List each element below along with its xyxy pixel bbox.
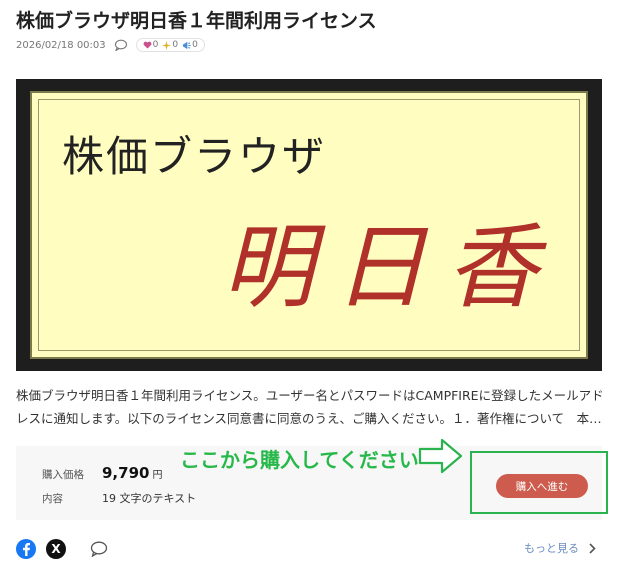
banner-panel: 株価ブラウザ 明日香	[30, 91, 588, 359]
arrow-right-icon	[418, 438, 463, 474]
megaphone-icon	[183, 41, 191, 49]
timestamp: 2026/02/18 00:03	[16, 39, 106, 51]
banner-title: 株価ブラウザ	[62, 132, 327, 181]
heart-count: 0	[152, 40, 159, 50]
megaphone-reaction[interactable]: 0	[182, 40, 198, 50]
x-share-icon[interactable]: X	[46, 539, 66, 559]
sparkle-count: 0	[172, 40, 179, 50]
heart-icon	[143, 41, 152, 49]
facebook-share-icon[interactable]	[16, 539, 36, 559]
annotation-text: ここから購入してください	[180, 448, 419, 472]
banner-main-text: 明日香	[222, 214, 559, 321]
see-more-link[interactable]: もっと見る	[524, 540, 596, 556]
megaphone-count: 0	[192, 40, 198, 50]
price-label: 購入価格	[42, 469, 84, 481]
content-label: 内容	[42, 493, 63, 505]
sparkle-reaction[interactable]: 0	[162, 40, 178, 50]
purchase-button[interactable]: 購入へ進む	[496, 474, 588, 498]
product-banner-image: 株価ブラウザ 明日香	[16, 79, 602, 371]
description-line: 株価ブラウザ明日香１年間利用ライセンス。ユーザー名とパスワードはCAMPFIRE…	[16, 388, 604, 403]
comment-icon[interactable]	[90, 541, 108, 557]
reaction-badges[interactable]: 0 0 0	[135, 38, 205, 52]
price-value: 9,790	[102, 464, 150, 482]
content-value: 19 文字のテキスト	[102, 492, 197, 505]
heart-reaction[interactable]: 0	[143, 40, 159, 50]
article-title: 株価ブラウザ明日香１年間利用ライセンス	[16, 10, 377, 32]
content-row: 内容 19 文字のテキスト	[42, 490, 196, 506]
article-meta: 2026/02/18 00:03 0 0 0	[16, 38, 205, 52]
sparkle-icon	[162, 40, 172, 50]
comment-icon[interactable]	[114, 39, 128, 51]
facebook-icon	[23, 543, 30, 556]
product-description: 株価ブラウザ明日香１年間利用ライセンス。ユーザー名とパスワードはCAMPFIRE…	[16, 384, 604, 430]
see-more-label: もっと見る	[524, 542, 579, 555]
share-bar: X	[16, 539, 108, 559]
price-unit: 円	[152, 470, 163, 481]
chevron-right-icon	[589, 542, 596, 554]
x-icon: X	[51, 542, 61, 556]
price-row: 購入価格 9,790 円	[42, 464, 162, 482]
description-line: レスに通知します。以下のライセンス同意書に同意のうえ、ご購入ください。１．著作権…	[16, 411, 602, 426]
